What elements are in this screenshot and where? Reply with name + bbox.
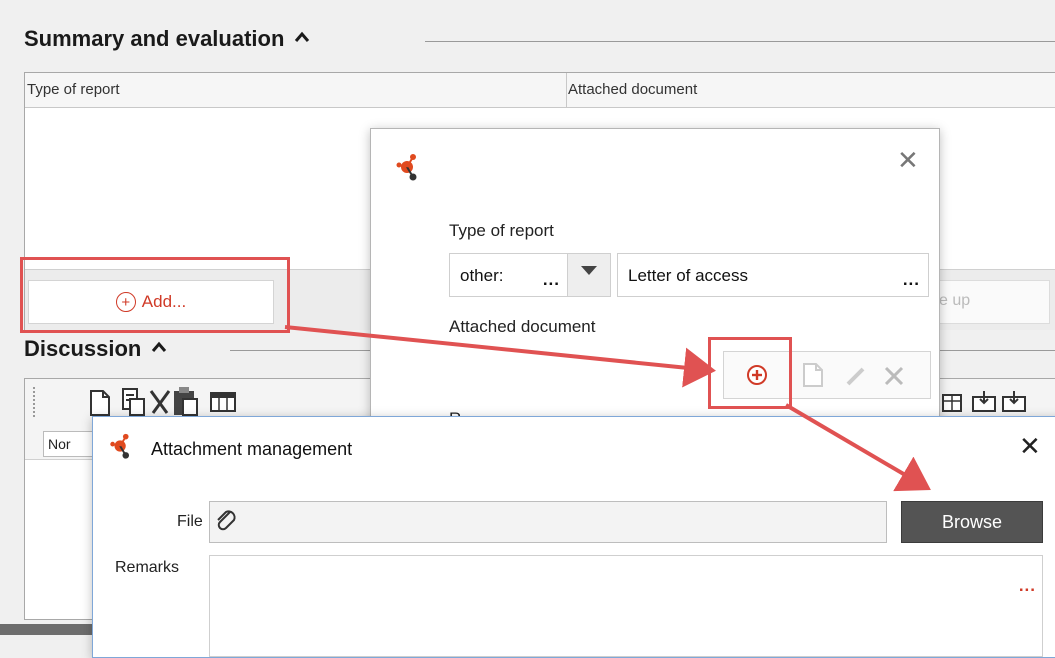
arrow-to-add-icon: [284, 325, 716, 388]
annotation-arrows: [284, 325, 931, 492]
arrow-to-browse: [784, 403, 931, 492]
